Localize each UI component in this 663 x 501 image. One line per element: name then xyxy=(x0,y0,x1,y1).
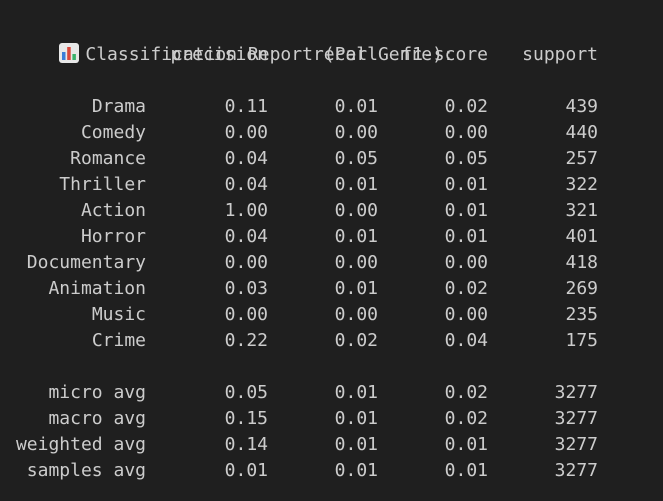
genre-row: Drama 0.11 0.01 0.02 439 xyxy=(0,94,663,120)
recall-value: 0.01 xyxy=(334,96,378,117)
support-value: 235 xyxy=(565,304,598,325)
recall-value: 0.01 xyxy=(334,460,378,481)
support-value: 269 xyxy=(565,278,598,299)
precision-value: 0.14 xyxy=(224,434,268,455)
f1-score-value: 0.05 xyxy=(444,148,488,169)
recall-value: 0.00 xyxy=(334,304,378,325)
row-label: Horror xyxy=(80,226,146,247)
support-value: 418 xyxy=(565,252,598,273)
support-value: 322 xyxy=(565,174,598,195)
genre-row: Thriller 0.04 0.01 0.01 322 xyxy=(0,172,663,198)
row-label: Romance xyxy=(70,148,146,169)
support-value: 321 xyxy=(565,200,598,221)
f1-score-value: 0.04 xyxy=(444,330,488,351)
precision-value: 0.00 xyxy=(224,304,268,325)
row-label: samples avg xyxy=(26,460,146,481)
genre-row: Romance 0.04 0.05 0.05 257 xyxy=(0,146,663,172)
row-label: Animation xyxy=(48,278,146,299)
recall-value: 0.00 xyxy=(334,200,378,221)
genre-row: Comedy 0.00 0.00 0.00 440 xyxy=(0,120,663,146)
genre-row: Animation 0.03 0.01 0.02 269 xyxy=(0,276,663,302)
f1-score-value: 0.02 xyxy=(444,408,488,429)
precision-value: 1.00 xyxy=(224,200,268,221)
recall-value: 0.00 xyxy=(334,252,378,273)
row-label: micro avg xyxy=(48,382,146,403)
recall-value: 0.01 xyxy=(334,434,378,455)
recall-value: 0.01 xyxy=(334,278,378,299)
row-label: weighted avg xyxy=(15,434,146,455)
support-value: 3277 xyxy=(554,460,598,481)
support-value: 401 xyxy=(565,226,598,247)
f1-score-value: 0.01 xyxy=(444,200,488,221)
recall-value: 0.02 xyxy=(334,330,378,351)
f1-score-value: 0.02 xyxy=(444,96,488,117)
precision-value: 0.00 xyxy=(224,252,268,273)
precision-value: 0.04 xyxy=(224,174,268,195)
precision-value: 0.15 xyxy=(224,408,268,429)
f1-score-value: 0.02 xyxy=(444,382,488,403)
row-label: Documentary xyxy=(26,252,146,273)
recall-value: 0.05 xyxy=(334,148,378,169)
f1-score-value: 0.02 xyxy=(444,278,488,299)
average-row: weighted avg 0.14 0.01 0.01 3277 xyxy=(0,432,663,458)
f1-score-value: 0.00 xyxy=(444,252,488,273)
support-value: 440 xyxy=(565,122,598,143)
recall-value: 0.01 xyxy=(334,174,378,195)
genre-row: Documentary 0.00 0.00 0.00 418 xyxy=(0,250,663,276)
precision-value: 0.01 xyxy=(224,460,268,481)
row-label: macro avg xyxy=(48,408,146,429)
recall-value: 0.01 xyxy=(334,382,378,403)
genre-row: Action 1.00 0.00 0.01 321 xyxy=(0,198,663,224)
average-row: samples avg 0.01 0.01 0.01 3277 xyxy=(0,458,663,484)
row-label: Drama xyxy=(91,96,146,117)
column-header-f1-score: f1-score xyxy=(401,44,488,65)
f1-score-value: 0.01 xyxy=(444,460,488,481)
f1-score-value: 0.00 xyxy=(444,304,488,325)
support-value: 3277 xyxy=(554,382,598,403)
average-row: micro avg 0.05 0.01 0.02 3277 xyxy=(0,380,663,406)
row-label: Action xyxy=(80,200,146,221)
support-value: 439 xyxy=(565,96,598,117)
column-header-precision: precision xyxy=(170,44,268,65)
genre-row: Crime 0.22 0.02 0.04 175 xyxy=(0,328,663,354)
column-header-recall: recall xyxy=(312,44,378,65)
row-label: Thriller xyxy=(59,174,146,195)
f1-score-value: 0.01 xyxy=(444,434,488,455)
precision-value: 0.04 xyxy=(224,148,268,169)
precision-value: 0.04 xyxy=(224,226,268,247)
support-value: 257 xyxy=(565,148,598,169)
precision-value: 0.11 xyxy=(224,96,268,117)
recall-value: 0.00 xyxy=(334,122,378,143)
average-row: macro avg 0.15 0.01 0.02 3277 xyxy=(0,406,663,432)
genre-row: Music 0.00 0.00 0.00 235 xyxy=(0,302,663,328)
support-value: 175 xyxy=(565,330,598,351)
f1-score-value: 0.01 xyxy=(444,174,488,195)
support-value: 3277 xyxy=(554,408,598,429)
precision-value: 0.22 xyxy=(224,330,268,351)
row-label: Music xyxy=(91,304,146,325)
support-value: 3277 xyxy=(554,434,598,455)
precision-value: 0.05 xyxy=(224,382,268,403)
column-header-row: precision recall f1-score support xyxy=(0,42,663,68)
f1-score-value: 0.01 xyxy=(444,226,488,247)
recall-value: 0.01 xyxy=(334,226,378,247)
column-header-support: support xyxy=(522,44,598,65)
terminal-output: Classification Report (Per Genre): preci… xyxy=(0,0,663,501)
row-label: Comedy xyxy=(80,122,146,143)
recall-value: 0.01 xyxy=(334,408,378,429)
report-title-line: Classification Report (Per Genre): xyxy=(16,16,454,65)
precision-value: 0.03 xyxy=(224,278,268,299)
f1-score-value: 0.00 xyxy=(444,122,488,143)
row-label: Crime xyxy=(91,330,146,351)
precision-value: 0.00 xyxy=(224,122,268,143)
genre-row: Horror 0.04 0.01 0.01 401 xyxy=(0,224,663,250)
